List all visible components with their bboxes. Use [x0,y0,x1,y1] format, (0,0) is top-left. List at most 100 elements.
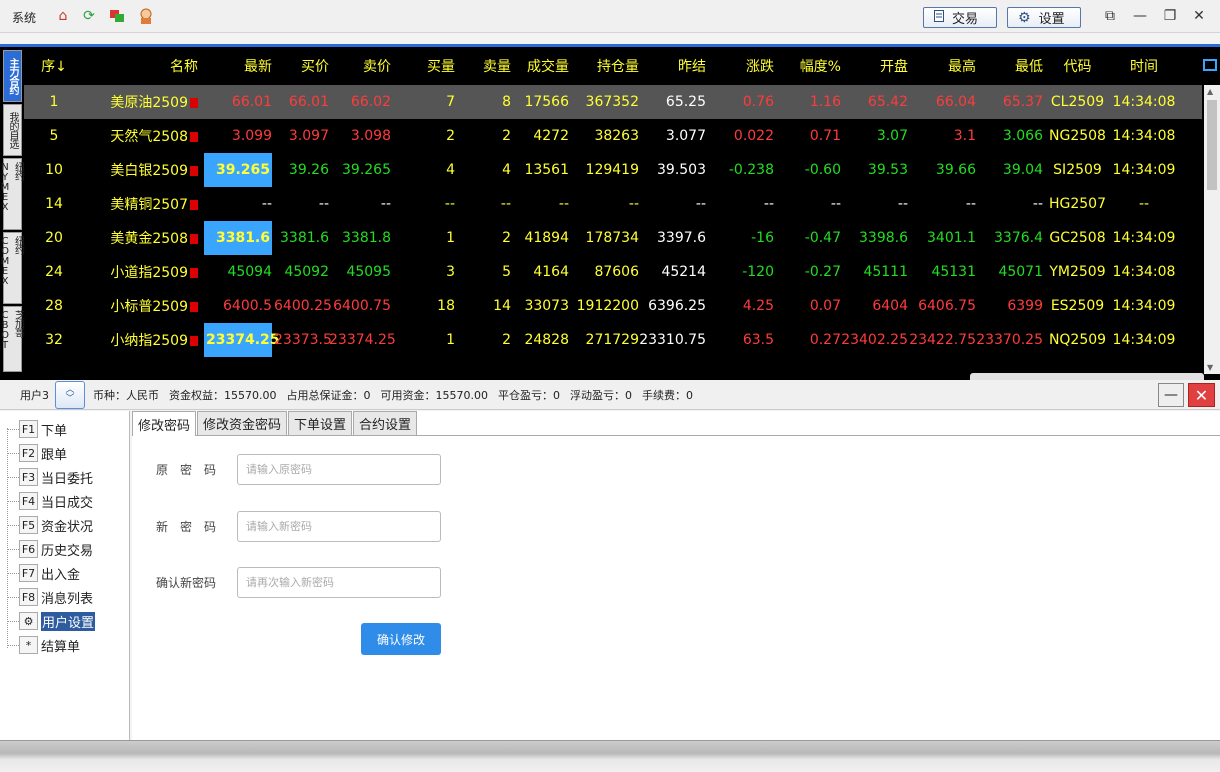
quote-row[interactable]: 14 美精铜2507 -- -- -- -- -- -- -- -- -- -- -- -- -- HG250… [24,187,1202,221]
col-high[interactable]: 最高 [908,56,976,76]
quote-vscrollbar[interactable]: ▲ ▼ [1204,85,1220,374]
last-price-highlight: 23374.25 [204,323,280,357]
col-oi[interactable]: 持仓量 [569,56,639,76]
maximize-icon[interactable]: ❐ [1161,7,1179,25]
minimize-icon[interactable]: — [1131,7,1149,25]
tree-item[interactable]: ⚙ 用户设置 [7,611,96,631]
tab-order-settings[interactable]: 下单设置 [288,411,353,435]
cell-name: 美白银2509 [84,160,204,180]
windows-icon[interactable] [108,7,126,25]
settings-button[interactable]: ⚙ 设置 [1007,7,1081,28]
vtab-main[interactable]: 主力合约 [3,50,22,102]
cell-open: 6404 [872,298,908,314]
tab-contract-settings[interactable]: 合约设置 [353,411,418,435]
chevron-down-icon[interactable]: ﹀ [65,394,74,404]
col-pct[interactable]: 幅度% [774,56,841,76]
cell-name: 小纳指2509 [84,330,204,350]
quote-row[interactable]: 28 小标普2509 6400.5 6400.25 6400.75 18 14 33073 19… [24,289,1202,323]
tree-connector [7,524,19,526]
col-name[interactable]: 名称 [84,56,204,76]
tree-item[interactable]: * 结算单 [7,635,80,655]
col-seq[interactable]: 序↓ [24,56,84,76]
tab-change-password[interactable]: 修改密码 [132,411,197,436]
home-icon[interactable]: ⌂ [54,7,72,25]
cell-oi: 367352 [585,94,639,110]
cell-high: -- [965,196,976,212]
tab-change-fund-password[interactable]: 修改资金密码 [197,411,288,435]
col-code[interactable]: 代码 [1043,56,1112,76]
tree-item[interactable]: F1 下单 [7,419,67,439]
tree-item[interactable]: F5 资金状况 [7,515,93,535]
tree-item[interactable]: F6 历史交易 [7,539,93,559]
col-ask[interactable]: 卖价 [329,56,391,76]
cell-time: 14:34:09 [1112,230,1176,246]
account-switch-stepper[interactable]: ︿ ﹀ [55,380,85,409]
confirm-change-button[interactable]: 确认修改 [361,623,441,655]
tree-item[interactable]: F8 消息列表 [7,587,93,607]
cell-bid: 3381.6 [280,230,329,246]
col-bid[interactable]: 买价 [274,56,329,76]
quote-row[interactable]: 1 美原油2509 66.01 66.01 66.02 7 8 17566 367352 65.2… [24,85,1202,119]
scroll-up-icon[interactable]: ▲ [1207,87,1213,96]
cell-open: -- [897,196,908,212]
popout-icon[interactable]: ⧉ [1101,7,1119,25]
vtab-nymex[interactable]: 纽约NYMEX [0,158,24,230]
col-last[interactable]: 最新 [204,56,274,76]
cell-volume: 17566 [524,94,569,110]
account-user: 用户3 [20,388,49,402]
quote-row[interactable]: 20 美黄金2508 3381.6 3381.6 3381.8 1 2 41894 178734… [24,221,1202,255]
new-password-input[interactable] [237,511,441,542]
trade-button[interactable]: 交易 [923,7,997,28]
cell-open: 45111 [863,264,908,280]
scroll-thumb[interactable] [1207,100,1217,190]
cell-pct: 0.71 [809,128,841,144]
col-volume[interactable]: 成交量 [511,56,569,76]
tree-item[interactable]: F4 当日成交 [7,491,93,511]
last-price-highlight: 3381.6 [204,221,272,255]
scroll-down-icon[interactable]: ▼ [1207,363,1213,372]
available-funds: 可用资金：15570.00 [380,388,489,402]
tree-item-label: 当日成交 [41,495,94,511]
cell-seq: 20 [45,230,63,246]
panel-minimize-button[interactable]: — [1158,383,1184,407]
refresh-icon[interactable]: ⟳ [80,7,98,25]
quote-row[interactable]: 24 小道指2509 45094 45092 45095 3 5 4164 87606 45214… [24,255,1202,289]
instrument-name: 天然气2508 [110,129,188,145]
cell-pre: -- [695,196,706,212]
vtab-favorites[interactable]: 我的自选 [3,104,22,156]
layout-icon[interactable] [1203,59,1217,71]
col-low[interactable]: 最低 [976,56,1043,76]
vtab-comex[interactable]: 纽约COMEX [0,232,24,304]
vtab-cbot[interactable]: 芝加哥CBOT [0,306,24,372]
col-open[interactable]: 开盘 [841,56,908,76]
confirm-password-input[interactable] [237,567,441,598]
col-time[interactable]: 时间 [1112,56,1176,76]
cell-bid-qty: 7 [446,94,455,110]
cell-pre: 23310.75 [639,332,706,348]
cell-low: -- [1032,196,1043,212]
old-password-input[interactable] [237,454,441,485]
panel-close-button[interactable]: ✕ [1188,383,1215,407]
cell-open: 3.07 [876,128,908,144]
market-tabs: 主力合约 我的自选 纽约NYMEX 纽约COMEX 芝加哥CBOT [0,50,24,374]
avatar-icon[interactable] [137,7,155,25]
market-flag-icon [190,132,198,142]
col-ask-qty[interactable]: 卖量 [455,56,511,76]
instrument-name: 美原油2509 [110,95,188,111]
new-password-row: 新 密 码 [156,511,441,542]
col-chg[interactable]: 涨跌 [706,56,774,76]
system-menu[interactable]: 系统 [12,9,36,26]
cell-ask-qty: 2 [502,128,511,144]
instrument-name: 小标普2509 [110,299,188,315]
cell-chg: -- [763,196,774,212]
tree-item[interactable]: F3 当日委托 [7,467,93,487]
col-bid-qty[interactable]: 买量 [391,56,455,76]
market-flag-icon [190,268,198,278]
quote-row[interactable]: 5 天然气2508 3.099 3.097 3.098 2 2 4272 38263 3.077 0… [24,119,1202,153]
col-pre[interactable]: 昨结 [639,56,706,76]
tree-item[interactable]: F7 出入金 [7,563,80,583]
close-icon[interactable]: ✕ [1190,7,1208,25]
quote-row[interactable]: 32 小纳指2509 23374.25 23373.5 23374.25 1 2 24828 2… [24,323,1202,357]
tree-item[interactable]: F2 跟单 [7,443,67,463]
quote-row[interactable]: 10 美白银2509 39.265 39.26 39.265 4 4 13561 129419 3… [24,153,1202,187]
